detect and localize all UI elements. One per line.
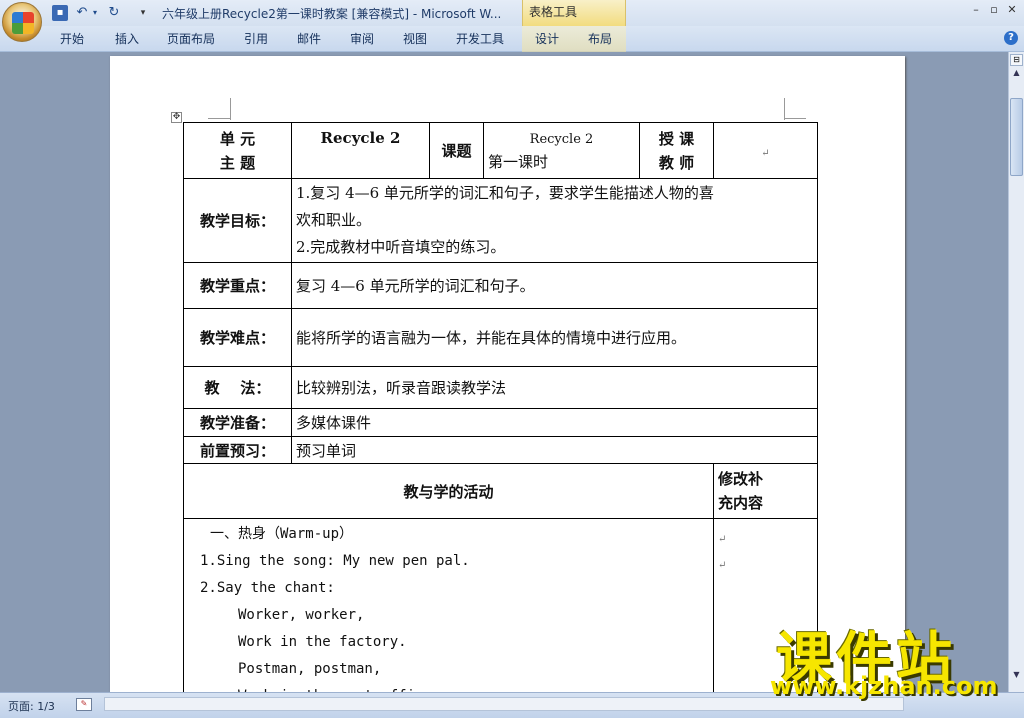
- ribbon-tab-bar: 开始 插入 页面布局 引用 邮件 审阅 视图 开发工具 设计 布局 ?: [0, 26, 1024, 52]
- vertical-scrollbar[interactable]: ⊟ ▲ ▼: [1008, 52, 1024, 692]
- close-button[interactable]: ✕: [1004, 3, 1020, 16]
- goals-label: 教学目标：: [199, 212, 275, 230]
- key-label-cell: 教学重点：: [183, 262, 292, 309]
- revision-content-cell[interactable]: ↵ ↵: [713, 518, 818, 692]
- activity-header: 教与学的活动: [403, 482, 494, 501]
- unit-value-cell[interactable]: Recycle 2: [291, 122, 430, 179]
- prep-label-cell: 教学准备：: [183, 408, 292, 437]
- topic-value-cell[interactable]: Recycle 2 第一课时: [483, 122, 640, 179]
- unit-value: Recycle 2: [320, 129, 401, 147]
- lesson-plan-table: 单 元 主 题 Recycle 2 课题 Recycle 2 第一课时 授 课 …: [183, 122, 818, 692]
- crop-mark: [784, 98, 785, 120]
- minimize-button[interactable]: –: [968, 3, 984, 16]
- table-move-handle-icon[interactable]: ✥: [171, 112, 182, 123]
- topic-label-cell: 课题: [429, 122, 484, 179]
- topic-label: 课题: [441, 142, 472, 160]
- prep-value-cell[interactable]: 多媒体课件: [291, 408, 818, 437]
- topic-value-line: Recycle 2: [529, 131, 594, 147]
- difficult-value-cell[interactable]: 能将所学的语言融为一体，并能在具体的情境中进行应用。: [291, 308, 818, 367]
- window-title: 六年级上册Recycle2第一课时教案 [兼容模式] - Microsoft W…: [162, 7, 502, 21]
- difficult-label: 教学难点：: [199, 329, 275, 347]
- undo-icon[interactable]: ↶: [74, 5, 90, 21]
- activity-line: 一、热身（Warm-up）: [210, 526, 354, 542]
- goals-label-cell: 教学目标：: [183, 178, 292, 263]
- tab-view[interactable]: 视图: [403, 30, 427, 47]
- office-logo-icon: [12, 12, 34, 34]
- scroll-up-icon[interactable]: ▲: [1010, 68, 1023, 82]
- paragraph-mark: ↵: [761, 147, 770, 159]
- unit-label-line: 单 元: [219, 129, 256, 148]
- key-value-cell[interactable]: 复习 4—6 单元所学的词汇和句子。: [291, 262, 818, 309]
- crop-mark: [208, 118, 230, 119]
- activity-line: 2.Say the chant:: [200, 580, 335, 596]
- horizontal-scrollbar[interactable]: [104, 697, 904, 711]
- table-tools-context-label: 表格工具: [522, 0, 626, 26]
- activity-line: Postman, postman,: [238, 661, 382, 677]
- document-page[interactable]: ✥ 单 元 主 题 Recycle 2 课题 Recycle 2 第一课时 授 …: [110, 56, 905, 692]
- revision-header-cell: 修改补 充内容: [713, 463, 818, 519]
- topic-value-line: 第一课时: [488, 152, 549, 171]
- difficult-label-cell: 教学难点：: [183, 308, 292, 367]
- paragraph-mark: ↵: [718, 560, 727, 571]
- activity-content-cell[interactable]: 一、热身（Warm-up） 1.Sing the song: My new pe…: [183, 518, 714, 692]
- customize-quick-access-icon[interactable]: ▾: [138, 5, 148, 21]
- preview-value-cell[interactable]: 预习单词: [291, 436, 818, 464]
- tab-review[interactable]: 审阅: [350, 30, 374, 47]
- ruler-toggle-icon[interactable]: ⊟: [1010, 54, 1023, 66]
- tab-developer[interactable]: 开发工具: [456, 30, 504, 47]
- preview-label-cell: 前置预习：: [183, 436, 292, 464]
- paragraph-mark: ↵: [718, 534, 727, 545]
- method-value: 比较辨别法，听录音跟读教学法: [296, 379, 507, 397]
- scroll-thumb[interactable]: [1010, 98, 1023, 176]
- tab-layout[interactable]: 布局: [588, 30, 612, 47]
- activity-line: Work in the post office.: [188, 683, 709, 692]
- status-bar: 页面: 1/3 ✎: [0, 692, 1024, 718]
- page-count[interactable]: 页面: 1/3: [8, 698, 55, 714]
- goals-value-cell[interactable]: 1.复习 4—6 单元所学的词汇和句子，要求学生能描述人物的喜 欢和职业。 2.…: [291, 178, 818, 263]
- tab-design[interactable]: 设计: [535, 30, 559, 47]
- method-label: 教 法：: [204, 379, 271, 397]
- goal-line: 欢和职业。: [296, 211, 372, 229]
- redo-icon[interactable]: ↻: [106, 5, 122, 21]
- prep-value: 多媒体课件: [296, 414, 372, 432]
- tab-mailings[interactable]: 邮件: [297, 30, 321, 47]
- undo-dropdown-icon[interactable]: ▾: [90, 5, 100, 21]
- teacher-label-cell: 授 课 教 师: [639, 122, 714, 179]
- tab-insert[interactable]: 插入: [115, 30, 139, 47]
- prep-label: 教学准备：: [199, 414, 275, 432]
- activity-header-cell: 教与学的活动: [183, 463, 714, 519]
- key-value: 复习 4—6 单元所学的词汇和句子。: [296, 277, 535, 295]
- preview-value: 预习单词: [296, 441, 357, 460]
- teacher-label-line: 教 师: [658, 153, 695, 172]
- tab-page-layout[interactable]: 页面布局: [167, 30, 215, 47]
- help-icon[interactable]: ?: [1004, 31, 1018, 45]
- save-icon[interactable]: ▪: [52, 5, 68, 21]
- document-area[interactable]: ✥ 单 元 主 题 Recycle 2 课题 Recycle 2 第一课时 授 …: [0, 52, 1008, 692]
- activity-line: Work in the factory.: [238, 634, 407, 650]
- restore-button[interactable]: ▫: [986, 3, 1002, 16]
- method-value-cell[interactable]: 比较辨别法，听录音跟读教学法: [291, 366, 818, 409]
- activity-line: Worker, worker,: [238, 607, 365, 623]
- teacher-label-line: 授 课: [658, 129, 695, 148]
- tab-home[interactable]: 开始: [60, 30, 84, 47]
- unit-label-cell: 单 元 主 题: [183, 122, 292, 179]
- scroll-down-icon[interactable]: ▼: [1010, 670, 1023, 684]
- method-label-cell: 教 法：: [183, 366, 292, 409]
- revision-header-line: 充内容: [718, 494, 764, 512]
- difficult-value: 能将所学的语言融为一体，并能在具体的情境中进行应用。: [296, 329, 687, 347]
- unit-label-line: 主 题: [219, 153, 256, 172]
- crop-mark: [230, 98, 231, 120]
- revision-header-line: 修改补: [718, 470, 764, 488]
- crop-mark: [784, 118, 806, 119]
- teacher-value-cell[interactable]: ↵: [713, 122, 818, 179]
- office-button[interactable]: [2, 2, 42, 42]
- proofing-icon[interactable]: ✎: [76, 698, 92, 711]
- goal-line: 1.复习 4—6 单元所学的词汇和句子，要求学生能描述人物的喜: [296, 184, 714, 202]
- title-bar: ▪ ↶ ▾ ↻ ▾ 六年级上册Recycle2第一课时教案 [兼容模式] - M…: [0, 0, 1024, 26]
- key-label: 教学重点：: [199, 277, 275, 295]
- tab-references[interactable]: 引用: [244, 30, 268, 47]
- activity-line: 1.Sing the song: My new pen pal.: [200, 553, 470, 569]
- preview-label: 前置预习：: [199, 441, 275, 460]
- goal-line: 2.完成教材中听音填空的练习。: [296, 238, 506, 256]
